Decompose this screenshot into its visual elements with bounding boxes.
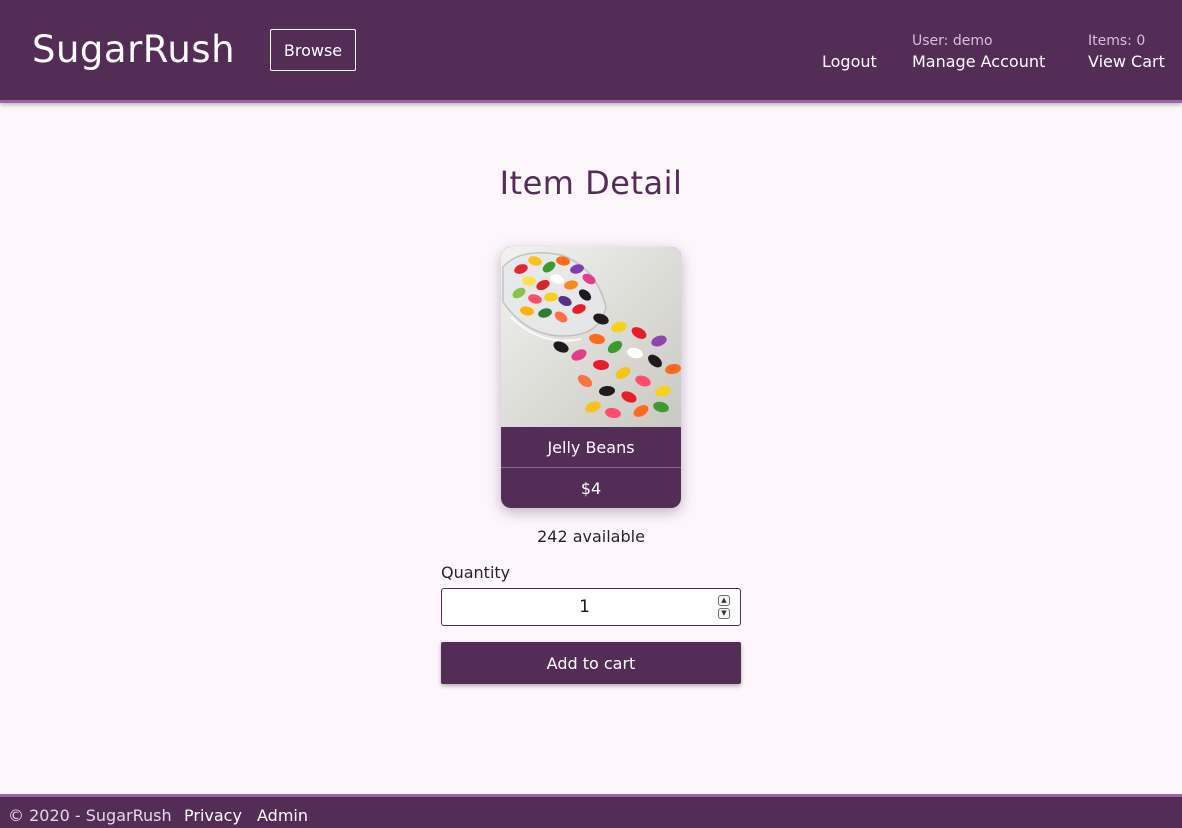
browse-button[interactable]: Browse (270, 29, 356, 71)
item-name: Jelly Beans (501, 427, 681, 468)
copyright-text: © 2020 - SugarRush (8, 806, 172, 825)
user-label: User: demo (912, 33, 993, 49)
manage-account-link[interactable]: Manage Account (912, 52, 1045, 71)
page-title: Item Detail (499, 164, 683, 202)
item-price: $4 (580, 478, 602, 498)
view-cart-link[interactable]: View Cart (1088, 52, 1165, 71)
chevron-down-icon[interactable]: ▼ (718, 608, 730, 619)
footer: © 2020 - SugarRush Privacy Admin (0, 794, 1182, 828)
top-navbar: SugarRush Browse Logout User: demo Manag… (0, 0, 1182, 103)
admin-link[interactable]: Admin (257, 806, 308, 825)
jelly-beans-image (501, 247, 681, 427)
cart-items-count: Items: 0 (1088, 33, 1146, 49)
brand-logo[interactable]: SugarRush (32, 28, 235, 71)
add-to-cart-button[interactable]: Add to cart (441, 642, 741, 684)
item-card: Jelly Beans $4 (501, 247, 681, 508)
quantity-stepper-controls[interactable]: ▲ ▼ (718, 595, 732, 621)
quantity-value[interactable]: 1 (442, 589, 727, 625)
quantity-stepper[interactable]: 1 ▲ ▼ (441, 588, 741, 626)
privacy-link[interactable]: Privacy (184, 806, 242, 825)
quantity-label: Quantity (441, 563, 511, 582)
stock-available: 242 available (537, 527, 645, 546)
logout-link[interactable]: Logout (822, 52, 877, 71)
chevron-up-icon[interactable]: ▲ (718, 595, 730, 606)
